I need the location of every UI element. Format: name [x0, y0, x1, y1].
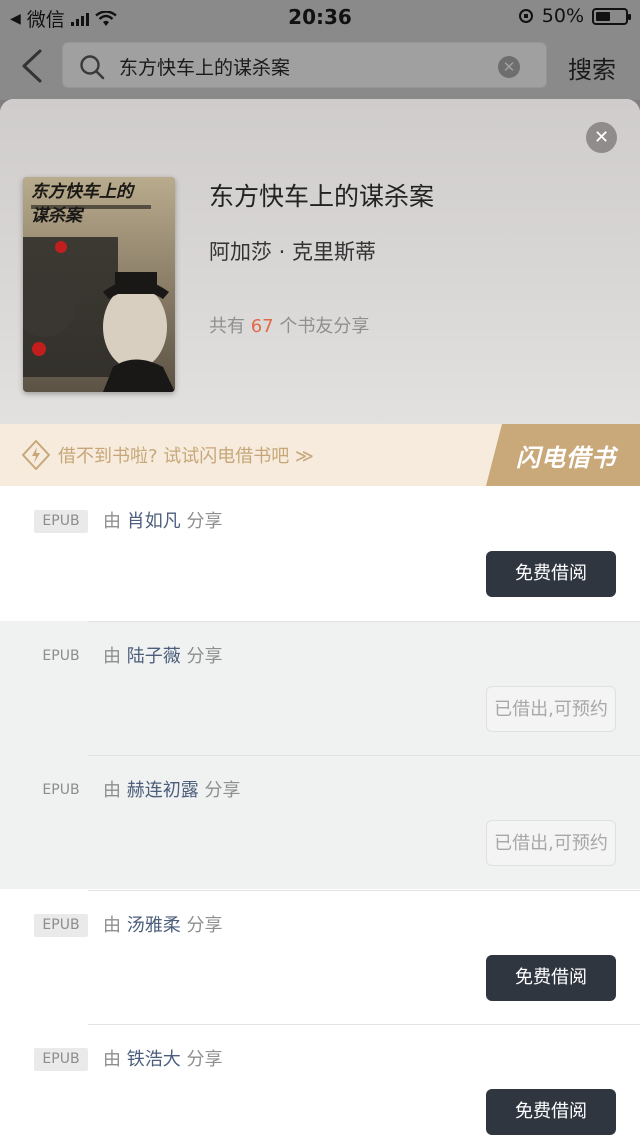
search-button[interactable]: 搜索: [568, 50, 616, 85]
share-list-item: EPUB 由 汤雅柔 分享免费借阅: [0, 889, 640, 1024]
share-action-label: 分享: [186, 645, 223, 667]
orientation-lock-icon: [518, 9, 533, 23]
sharer-name[interactable]: 陆子薇: [127, 646, 181, 667]
format-badge: EPUB: [34, 1048, 88, 1071]
share-list-item: EPUB 由 肖如凡 分享免费借阅: [0, 486, 640, 620]
share-count: 共有 67 个书友分享: [209, 312, 369, 338]
shared-by: 由 汤雅柔 分享: [103, 911, 222, 937]
share-action-label: 分享: [186, 511, 223, 532]
format-badge: EPUB: [42, 647, 80, 664]
search-query-text: 东方快车上的谋杀案: [119, 57, 291, 79]
book-cover-image: 东方快车上的 谋杀案: [23, 177, 175, 392]
reserve-button[interactable]: 已借出,可预约: [486, 685, 616, 732]
sharer-name[interactable]: 汤雅柔: [127, 915, 181, 936]
cover-title-part2: 谋杀案: [31, 206, 85, 226]
shared-by: 由 陆子薇 分享: [103, 642, 222, 668]
status-bar: ◀ 微信 20:36 50%: [0, 0, 640, 34]
by-label: 由: [103, 645, 121, 667]
row-divider: [88, 755, 640, 756]
search-header: 东方快车上的谋杀案 ✕ 搜索: [0, 34, 640, 100]
battery-icon: [592, 7, 631, 25]
back-chevron-icon[interactable]: [18, 48, 48, 84]
shared-by: 由 赫连初露 分享: [103, 776, 240, 802]
clear-search-icon[interactable]: ✕: [498, 56, 520, 78]
by-label: 由: [103, 914, 121, 936]
share-count-prefix: 共有: [209, 316, 245, 337]
borrow-button[interactable]: 免费借阅: [486, 1089, 616, 1135]
by-label: 由: [103, 780, 121, 801]
by-label: 由: [103, 511, 121, 532]
share-action-label: 分享: [204, 780, 241, 801]
shared-by: 由 肖如凡 分享: [103, 507, 222, 533]
cover-title-part1: 东方快车上的: [31, 182, 136, 202]
lightning-icon: [22, 440, 50, 470]
format-badge: EPUB: [42, 782, 80, 798]
share-list-item: EPUB 由 陆子薇 分享已借出,可预约: [0, 620, 640, 755]
row-divider: [88, 1024, 640, 1025]
lightning-borrow-banner[interactable]: 借不到书啦? 试试闪电借书吧 ≫ 闪电借书: [0, 424, 640, 486]
battery-percent: 50%: [541, 5, 584, 27]
by-label: 由: [103, 1049, 121, 1070]
share-count-suffix: 个书友分享: [279, 316, 370, 337]
book-author: 阿加莎 · 克里斯蒂: [209, 240, 377, 264]
status-right: 50%: [518, 5, 631, 27]
promo-text: 借不到书啦? 试试闪电借书吧 ≫: [58, 446, 314, 467]
reserve-button[interactable]: 已借出,可预约: [486, 820, 616, 866]
lightning-borrow-badge[interactable]: 闪电借书: [486, 424, 640, 486]
sharer-name[interactable]: 铁浩大: [127, 1049, 181, 1070]
borrow-button[interactable]: 免费借阅: [486, 551, 616, 597]
borrow-button[interactable]: 免费借阅: [486, 954, 616, 1001]
share-action-label: 分享: [186, 914, 223, 936]
row-divider: [88, 620, 640, 622]
row-divider: [88, 889, 640, 891]
shared-by: 由 铁浩大 分享: [103, 1045, 222, 1071]
book-detail-sheet: ✕ 东方快车上的 谋杀案 东方快车上的谋杀案 阿加莎 · 克里斯蒂 共有 67 …: [0, 99, 640, 1138]
search-input[interactable]: 东方快车上的谋杀案 ✕: [62, 42, 547, 88]
sharer-name[interactable]: 肖如凡: [127, 511, 181, 532]
book-cover[interactable]: 东方快车上的 谋杀案: [23, 177, 175, 392]
battery-fill: [596, 11, 610, 21]
share-action-label: 分享: [186, 1049, 223, 1070]
share-count-number: 67: [250, 316, 274, 337]
format-badge: EPUB: [34, 913, 88, 937]
badge-label: 闪电借书: [516, 444, 616, 472]
share-list-item: EPUB 由 赫连初露 分享已借出,可预约: [0, 755, 640, 889]
share-list-item: EPUB 由 铁浩大 分享免费借阅: [0, 1024, 640, 1138]
search-icon: [80, 55, 105, 80]
book-title: 东方快车上的谋杀案: [209, 182, 435, 211]
book-header: ✕ 东方快车上的 谋杀案 东方快车上的谋杀案 阿加莎 · 克里斯蒂 共有 67 …: [0, 99, 640, 424]
format-badge: EPUB: [34, 510, 88, 533]
sharer-name[interactable]: 赫连初露: [127, 780, 199, 801]
close-icon[interactable]: ✕: [586, 122, 617, 153]
